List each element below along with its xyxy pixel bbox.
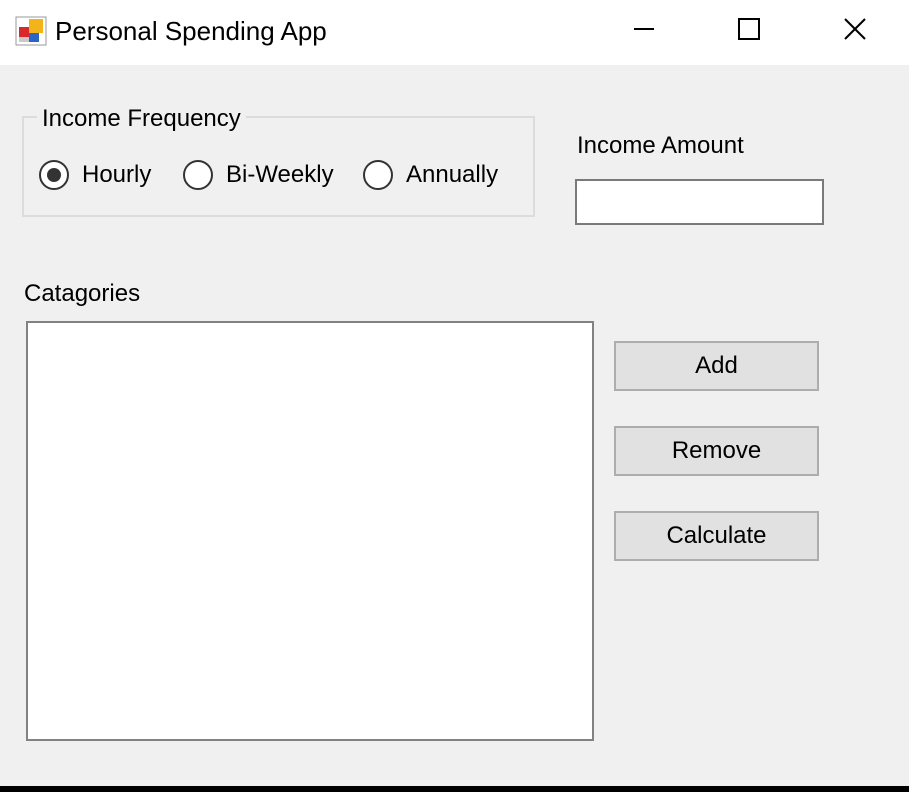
income-amount-input[interactable] xyxy=(575,179,824,225)
radio-bi-weekly[interactable]: Bi-Weekly xyxy=(183,158,334,192)
radio-circle[interactable] xyxy=(363,160,393,190)
close-icon xyxy=(844,18,866,40)
maximize-button[interactable] xyxy=(697,0,801,58)
income-amount-label: Income Amount xyxy=(577,132,744,159)
minimize-button[interactable] xyxy=(592,0,696,58)
radio-circle[interactable] xyxy=(183,160,213,190)
maximize-icon xyxy=(738,18,760,40)
app-window: Personal Spending App Income Frequency H… xyxy=(0,0,909,786)
radio-label-hourly: Hourly xyxy=(82,161,152,188)
window-title: Personal Spending App xyxy=(55,16,327,46)
minimize-icon xyxy=(634,28,654,30)
close-button[interactable] xyxy=(803,0,907,58)
title-bar[interactable]: Personal Spending App xyxy=(0,0,909,65)
radio-circle-checked[interactable] xyxy=(39,160,69,190)
app-icon xyxy=(15,16,47,46)
categories-listbox[interactable] xyxy=(26,321,594,741)
radio-hourly[interactable]: Hourly xyxy=(39,158,151,192)
add-button[interactable]: Add xyxy=(614,341,819,391)
income-frequency-legend: Income Frequency xyxy=(37,103,246,135)
radio-annually[interactable]: Annually xyxy=(363,158,498,192)
remove-button[interactable]: Remove xyxy=(614,426,819,476)
calculate-button[interactable]: Calculate xyxy=(614,511,819,561)
radio-dot xyxy=(47,168,61,182)
radio-label-bi-weekly: Bi-Weekly xyxy=(226,161,334,188)
radio-label-annually: Annually xyxy=(406,161,499,188)
categories-label: Catagories xyxy=(24,280,141,307)
